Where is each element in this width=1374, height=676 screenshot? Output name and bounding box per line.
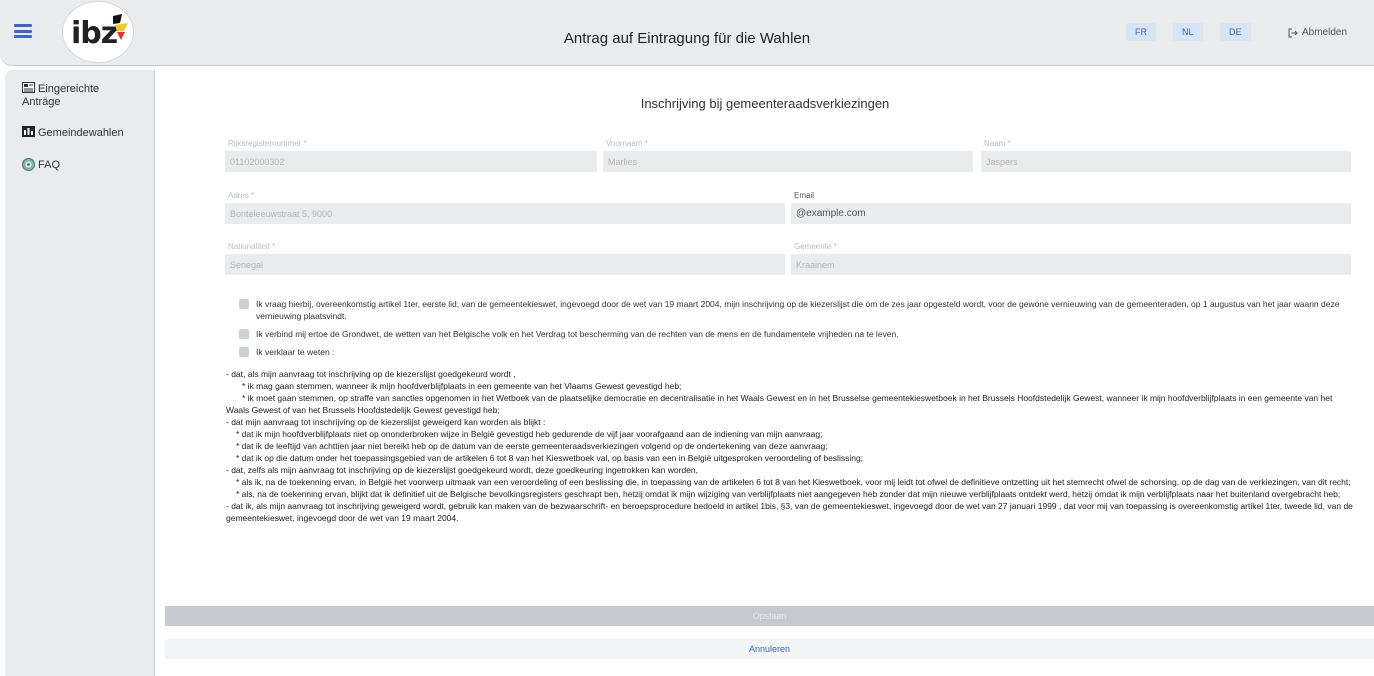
declaration-line: - dat ik, als mijn aanvraag tot inschrij… xyxy=(226,501,1353,523)
language-nl-button[interactable]: NL xyxy=(1173,23,1203,41)
naam-field[interactable] xyxy=(981,151,1351,172)
declaration-line: * ik moet gaan stemmen, op straffe van s… xyxy=(226,393,1333,415)
sidebar-item-label: Gemeindewahlen xyxy=(38,127,124,139)
declaration-line: * als, na de toekenning ervan, blijkt da… xyxy=(236,489,1341,499)
declaration-line: * dat ik mijn hoofdverblijfplaats niet o… xyxy=(236,429,823,439)
checkbox-row-declaration: Ik verklaar te weten : xyxy=(239,346,1349,358)
logo-text: ibz xyxy=(71,16,118,51)
checkbox-row-commitment: Ik verbind mij ertoe de Grondwet, de wet… xyxy=(239,328,1349,340)
rijksregisternummer-field[interactable] xyxy=(225,151,597,172)
sidebar-item-label: FAQ xyxy=(38,159,61,171)
language-de-button[interactable]: DE xyxy=(1220,23,1251,41)
commitment-checkbox-label: Ik verbind mij ertoe de Grondwet, de wet… xyxy=(256,329,899,339)
sidebar-item-eingereichte-antraege[interactable]: Eingereichte Anträge xyxy=(22,82,132,109)
email-label: Email xyxy=(794,191,815,200)
nationaliteit-label: Nationaliteit * xyxy=(228,242,276,251)
declaration-text: - dat, als mijn aanvraag tot inschrijvin… xyxy=(226,368,1356,524)
adres-field[interactable] xyxy=(225,203,785,224)
adres-label: Adres * xyxy=(228,191,255,200)
city-icon xyxy=(22,126,35,137)
gemeente-field[interactable] xyxy=(791,254,1351,275)
declaration-line: * ik mag gaan stemmen, wanneer ik mijn h… xyxy=(242,381,682,391)
nationaliteit-field[interactable] xyxy=(225,254,785,275)
commitment-checkbox[interactable] xyxy=(239,329,249,339)
sidebar: Eingereichte Anträge Gemeindewahlen FAQ xyxy=(5,70,155,676)
declaration-line: * dat ik de leeftijd van achttien jaar n… xyxy=(236,441,828,451)
checkbox-row-request: Ik vraag hierbij, overeenkomstig artikel… xyxy=(239,298,1349,322)
request-checkbox-label: Ik vraag hierbij, overeenkomstig artikel… xyxy=(256,299,1340,321)
ibz-logo: ibz xyxy=(62,1,134,63)
document-icon xyxy=(22,82,35,93)
declaration-checkbox-label: Ik verklaar te weten : xyxy=(256,347,335,357)
cancel-button[interactable]: Annuleren xyxy=(165,639,1374,659)
voornaam-label: Voornaam * xyxy=(606,139,648,148)
sidebar-item-faq[interactable]: FAQ xyxy=(22,158,60,172)
declaration-line: - dat, zelfs als mijn aanvraag tot insch… xyxy=(226,465,699,475)
belgian-flag-icon xyxy=(113,14,128,40)
help-icon xyxy=(22,158,35,171)
declaration-line: * dat ik op die datum onder het toepassi… xyxy=(236,453,864,463)
gemeente-label: Gemeente * xyxy=(794,242,837,251)
rijksregisternummer-label: Rijksregisternummer * xyxy=(228,139,307,148)
sidebar-item-gemeindewahlen[interactable]: Gemeindewahlen xyxy=(22,126,124,140)
declaration-line: * als ik, na de toekenning ervan, in Bel… xyxy=(236,477,1351,487)
voornaam-field[interactable] xyxy=(603,151,973,172)
naam-label: Naam * xyxy=(984,139,1011,148)
logout-label: Abmelden xyxy=(1302,27,1348,38)
declaration-line: - dat mijn aanvraag tot inschrijving op … xyxy=(226,417,546,427)
main-content: Inschrijving bij gemeenteraadsverkiezing… xyxy=(156,70,1374,676)
menu-icon[interactable] xyxy=(14,24,32,38)
declaration-checkbox[interactable] xyxy=(239,347,249,357)
language-fr-button[interactable]: FR xyxy=(1126,23,1156,41)
app-title: Antrag auf Eintragung für die Wahlen xyxy=(563,30,811,47)
top-bar: ibz Antrag auf Eintragung für die Wahlen… xyxy=(0,0,1374,66)
email-field[interactable] xyxy=(791,203,1351,224)
request-checkbox[interactable] xyxy=(239,299,249,309)
logout-icon xyxy=(1288,28,1298,37)
declaration-line: - dat, als mijn aanvraag tot inschrijvin… xyxy=(226,369,516,379)
page-title: Inschrijving bij gemeenteraadsverkiezing… xyxy=(640,96,890,111)
save-button[interactable]: Opslaan xyxy=(165,606,1374,626)
logout-button[interactable]: Abmelden xyxy=(1288,27,1347,38)
